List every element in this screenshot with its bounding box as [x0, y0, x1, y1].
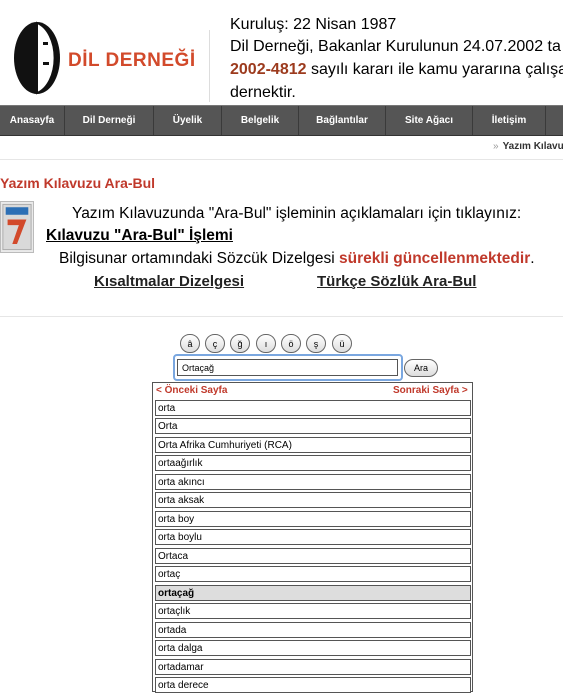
result-row[interactable]: ortaç	[155, 566, 471, 582]
nav-site-agaci[interactable]: Site Ağacı	[386, 106, 473, 135]
letter-button-u-umlaut[interactable]: ü	[332, 334, 352, 353]
abbreviations-link[interactable]: Kısaltmalar Dizelgesi	[94, 273, 244, 290]
result-row[interactable]: ortada	[155, 622, 471, 638]
breadcrumb: » Yazım Kılavu	[493, 141, 563, 152]
result-row[interactable]: orta derece	[155, 677, 471, 693]
divider	[0, 159, 563, 160]
letter-button-c-cedilla[interactable]: ç	[205, 334, 225, 353]
result-row[interactable]: orta	[155, 400, 471, 416]
info-decree: Dil Derneği, Bakanlar Kurulunun 24.07.20…	[230, 38, 561, 55]
search-button[interactable]: Ara	[404, 359, 438, 377]
info-decree-text: sayılı kararı ile kamu yararına çalışa	[310, 61, 563, 78]
nav-belgelik[interactable]: Belgelik	[222, 106, 299, 135]
update-notice-end: .	[530, 250, 535, 267]
search-input[interactable]	[177, 359, 398, 376]
update-notice-emphasis: sürekli güncellenmektedir	[338, 250, 531, 267]
result-row[interactable]: ortaağırlık	[155, 455, 471, 471]
letter-button-s-cedilla[interactable]: ş	[306, 334, 326, 353]
brand-name: DİL DERNEĞİ	[68, 50, 196, 71]
result-row[interactable]: orta boy	[155, 511, 471, 527]
info-closing: dernektir.	[230, 84, 296, 101]
result-row[interactable]: Ortaca	[155, 548, 471, 564]
result-row[interactable]: orta akıncı	[155, 474, 471, 490]
nav-iletisim[interactable]: İletişim	[473, 106, 546, 135]
update-notice: Bilgisunar ortamındaki Sözcük Dizelgesi …	[59, 250, 535, 268]
breadcrumb-current[interactable]: Yazım Kılavu	[503, 141, 563, 152]
result-row[interactable]: Orta	[155, 418, 471, 434]
result-row-selected[interactable]: ortaçağ	[155, 585, 471, 601]
letter-button-o-umlaut[interactable]: ö	[281, 334, 301, 353]
yazim-kilavuzu-book-icon[interactable]	[0, 201, 34, 253]
instructions-text: Yazım Kılavuzunda "Ara-Bul" işleminin aç…	[72, 205, 522, 222]
previous-page-link[interactable]: < Önceki Sayfa	[156, 385, 227, 396]
result-row[interactable]: ortadamar	[155, 659, 471, 675]
letter-button-g-breve[interactable]: ğ	[230, 334, 250, 353]
page-title: Yazım Kılavuzu Ara-Bul	[0, 175, 156, 191]
nav-dil-dernegi[interactable]: Dil Derneği	[65, 106, 154, 135]
ara-bul-guide-link[interactable]: Kılavuzu "Ara-Bul" İşlemi	[46, 227, 233, 245]
info-decree-number-line: 2002-4812 sayılı kararı ile kamu yararın…	[230, 61, 563, 79]
breadcrumb-arrow: »	[493, 141, 499, 152]
result-row[interactable]: orta dalga	[155, 640, 471, 656]
nav-anasayfa[interactable]: Anasayfa	[0, 106, 65, 135]
dil-dernegi-logo[interactable]	[12, 20, 62, 96]
nav-uyelik[interactable]: Üyelik	[154, 106, 222, 135]
result-row[interactable]: orta aksak	[155, 492, 471, 508]
decree-number: 2002-4812	[230, 61, 307, 78]
result-row[interactable]: Orta Afrika Cumhuriyeti (RCA)	[155, 437, 471, 453]
nav-overflow	[546, 106, 563, 135]
update-notice-text: Bilgisunar ortamındaki Sözcük Dizelgesi	[59, 250, 339, 267]
letter-button-a-circumflex[interactable]: â	[180, 334, 200, 353]
next-page-link[interactable]: Sonraki Sayfa >	[393, 385, 468, 396]
info-founded: Kuruluş: 22 Nisan 1987	[230, 16, 397, 33]
nav-baglantilar[interactable]: Bağlantılar	[299, 106, 386, 135]
result-row[interactable]: ortaçlık	[155, 603, 471, 619]
dictionary-search-link[interactable]: Türkçe Sözlük Ara-Bul	[317, 273, 476, 290]
main-nav: Anasayfa Dil Derneği Üyelik Belgelik Bağ…	[0, 105, 563, 136]
header-divider	[209, 30, 210, 102]
letter-button-dotless-i[interactable]: ı	[256, 334, 276, 353]
result-row[interactable]: orta boylu	[155, 529, 471, 545]
divider	[0, 316, 563, 317]
